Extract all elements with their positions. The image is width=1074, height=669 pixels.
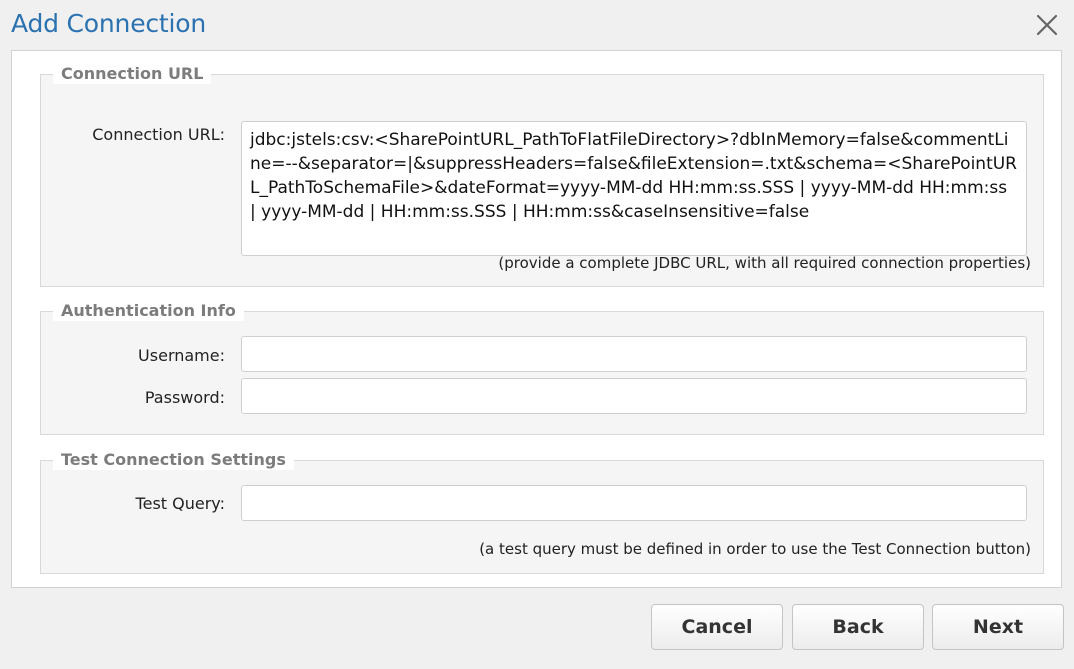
connection-url-textarea[interactable]: jdbc:jstels:csv:<SharePointURL_PathToFla… bbox=[241, 121, 1027, 256]
authentication-group: Authentication Info Username: Password: bbox=[40, 301, 1044, 435]
connection-url-legend: Connection URL bbox=[53, 64, 212, 84]
test-connection-group: Test Connection Settings Test Query: (a … bbox=[40, 450, 1044, 574]
connection-url-hint: (provide a complete JDBC URL, with all r… bbox=[498, 254, 1031, 272]
connection-url-label: Connection URL: bbox=[92, 125, 225, 144]
test-query-hint: (a test query must be defined in order t… bbox=[479, 540, 1031, 558]
dialog-content: Connection URL Connection URL: jdbc:jste… bbox=[11, 50, 1062, 588]
close-icon bbox=[1036, 14, 1058, 36]
close-button[interactable] bbox=[1032, 10, 1062, 40]
test-query-label: Test Query: bbox=[135, 494, 225, 513]
cancel-button[interactable]: Cancel bbox=[651, 604, 783, 650]
password-input[interactable] bbox=[241, 378, 1027, 414]
test-connection-legend: Test Connection Settings bbox=[53, 450, 294, 470]
dialog-title: Add Connection bbox=[11, 9, 207, 38]
back-button[interactable]: Back bbox=[792, 604, 924, 650]
password-label: Password: bbox=[144, 388, 225, 407]
connection-url-group: Connection URL Connection URL: jdbc:jste… bbox=[40, 64, 1044, 287]
username-label: Username: bbox=[138, 346, 225, 365]
add-connection-dialog: Add Connection Connection URL Connection… bbox=[0, 0, 1074, 669]
next-button[interactable]: Next bbox=[932, 604, 1064, 650]
authentication-legend: Authentication Info bbox=[53, 301, 244, 321]
test-query-input[interactable] bbox=[241, 485, 1027, 521]
username-input[interactable] bbox=[241, 336, 1027, 372]
